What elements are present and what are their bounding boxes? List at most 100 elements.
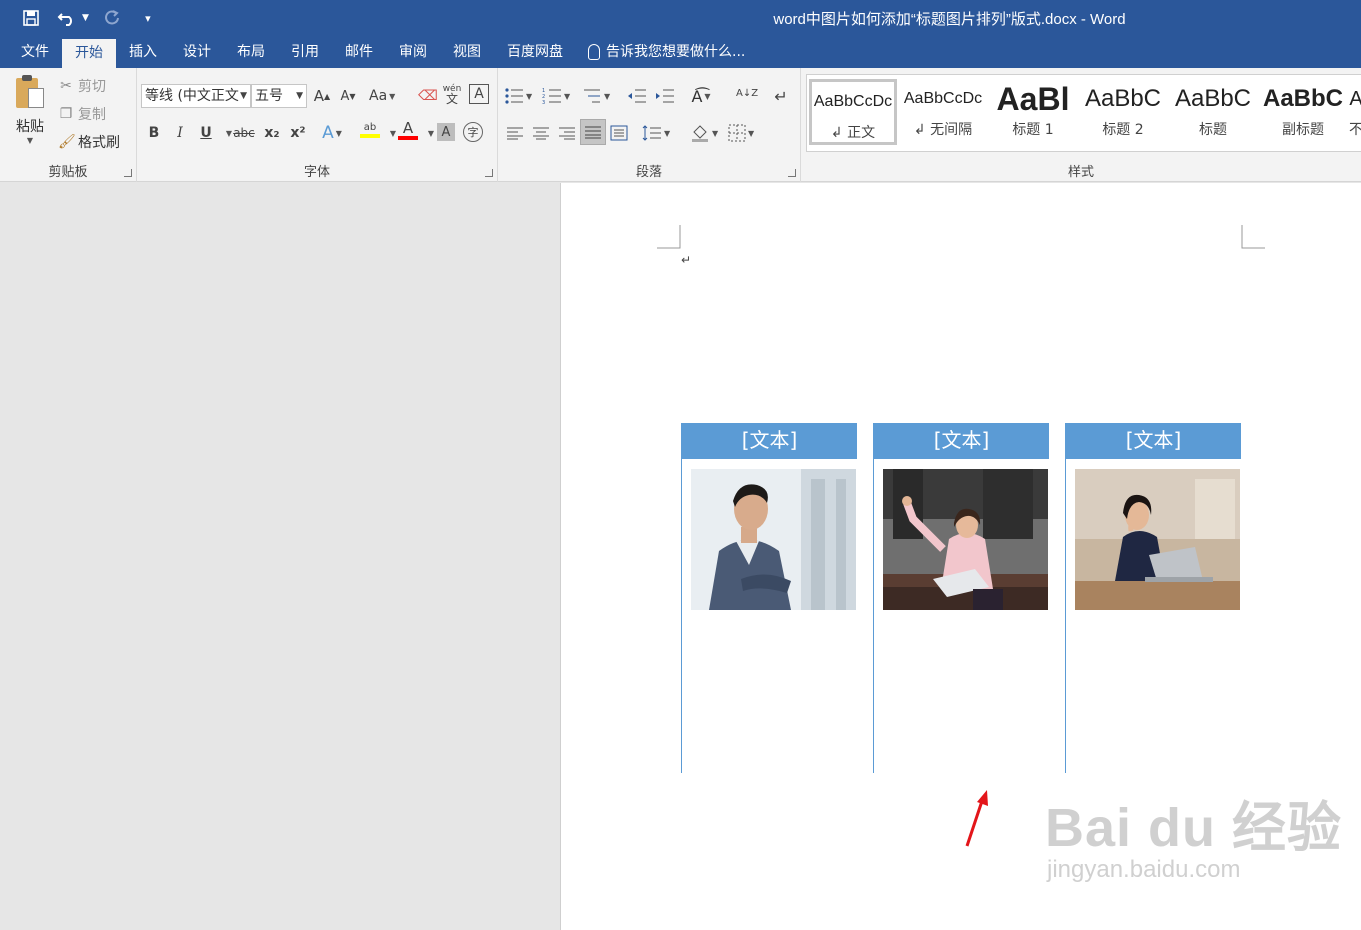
- man-in-suit-photo[interactable]: [691, 469, 856, 610]
- character-shading-button[interactable]: A: [437, 123, 455, 141]
- tab-review[interactable]: 审阅: [386, 36, 440, 68]
- subscript-button[interactable]: x₂: [261, 121, 283, 145]
- chinese-layout-button[interactable]: A͡ ▼: [690, 84, 712, 108]
- strikethrough-button[interactable]: abc: [233, 121, 255, 145]
- align-center-button[interactable]: [530, 121, 552, 145]
- shrink-font-button[interactable]: A ▼: [337, 84, 359, 108]
- align-left-button[interactable]: [504, 121, 526, 145]
- chinese-layout-icon: A͡: [691, 86, 703, 106]
- text-effects-button[interactable]: A ▼: [321, 121, 343, 145]
- align-left-icon: [507, 127, 523, 140]
- style-more[interactable]: A 不: [1349, 79, 1361, 145]
- copy-icon: ❐: [59, 106, 73, 122]
- highlight-button[interactable]: ab: [359, 118, 381, 142]
- increase-indent-button[interactable]: [654, 84, 676, 108]
- panel-heading[interactable]: [文本]: [682, 423, 857, 459]
- tell-me-box[interactable]: 告诉我您想要做什么...: [576, 36, 745, 68]
- style-name: ↲ 正文: [830, 125, 876, 141]
- font-launcher-icon[interactable]: [485, 169, 493, 177]
- line-spacing-button[interactable]: ▼: [642, 121, 670, 145]
- style-heading-1[interactable]: AaBl 标题 1: [989, 79, 1077, 145]
- style-name: 标题 1: [1012, 122, 1054, 138]
- picture-panel-1[interactable]: [文本]: [681, 423, 857, 773]
- style-sample: A: [1349, 88, 1361, 110]
- tab-view[interactable]: 视图: [440, 36, 494, 68]
- align-right-button[interactable]: [556, 121, 578, 145]
- clear-formatting-icon[interactable]: ⌫: [417, 84, 439, 108]
- distributed-button[interactable]: [608, 121, 630, 145]
- multilevel-list-button[interactable]: ▼: [582, 84, 610, 108]
- bullets-button[interactable]: ▼: [504, 84, 532, 108]
- style-name: 副标题: [1282, 122, 1324, 138]
- style-no-spacing[interactable]: AaBbCcDc ↲ 无间隔: [899, 79, 987, 145]
- tab-mailings[interactable]: 邮件: [332, 36, 386, 68]
- font-name-value: 等线 (中文正文: [145, 88, 239, 104]
- sort-icon: A↓Z: [736, 88, 759, 99]
- clipboard-launcher-icon[interactable]: [124, 169, 132, 177]
- style-normal[interactable]: AaBbCcDc ↲ 正文: [809, 79, 897, 145]
- enclose-characters-button[interactable]: 字: [463, 122, 483, 142]
- panel-heading[interactable]: [文本]: [1066, 423, 1241, 459]
- font-size-dropdown-icon: ▼: [296, 91, 303, 101]
- tab-insert[interactable]: 插入: [116, 36, 170, 68]
- format-painter-button[interactable]: 🖌 格式刷: [58, 132, 120, 152]
- woman-at-laptop-photo[interactable]: [1075, 469, 1240, 610]
- italic-button[interactable]: I: [169, 121, 191, 145]
- style-title[interactable]: AaBbC 标题: [1169, 79, 1257, 145]
- paragraph-group: ▼ 1 2 3 ▼ ▼ A͡ ▼ A↓Z ↵ ▼ ▼ ▼ 段落: [498, 68, 801, 182]
- tab-baidu-netdisk[interactable]: 百度网盘: [494, 36, 576, 68]
- paragraph-launcher-icon[interactable]: [788, 169, 796, 177]
- document-page[interactable]: ↵ [文本] [文本] [文本] Bai du 经验 jingyan.baidu…: [560, 183, 1361, 930]
- justify-icon: [585, 126, 601, 139]
- picture-panel-3[interactable]: [文本]: [1065, 423, 1241, 773]
- style-sample: AaBbCcDc: [813, 93, 893, 110]
- styles-group-label: 样式: [1067, 165, 1094, 180]
- font-size-combo[interactable]: 五号 ▼: [251, 84, 307, 108]
- character-border-button[interactable]: A: [469, 84, 489, 104]
- style-sample: AaBl: [996, 81, 1070, 117]
- paste-button[interactable]: 粘贴 ▼: [10, 74, 50, 145]
- shrink-font-icon: A: [340, 88, 350, 104]
- paragraph-shading-button[interactable]: ▼: [690, 121, 718, 145]
- numbering-button[interactable]: 1 2 3 ▼: [542, 84, 570, 108]
- cut-button[interactable]: ✂ 剪切: [58, 76, 106, 96]
- grow-font-icon: A: [313, 87, 325, 105]
- tell-me-text: 告诉我您想要做什么...: [606, 44, 746, 60]
- underline-button[interactable]: U: [195, 121, 217, 145]
- justify-button[interactable]: [580, 119, 606, 145]
- line-spacing-icon: [642, 125, 661, 141]
- paste-dropdown-icon[interactable]: ▼: [10, 136, 50, 145]
- paragraph-group-label: 段落: [635, 165, 662, 180]
- woman-celebrating-laptop-photo[interactable]: [883, 469, 1048, 610]
- phonetic-guide-button[interactable]: wén 文: [441, 82, 463, 106]
- highlight-icon: ab: [363, 122, 377, 133]
- tab-file[interactable]: 文件: [8, 36, 62, 68]
- style-subtitle[interactable]: AaBbC 副标题: [1259, 79, 1347, 145]
- change-case-button[interactable]: Aa ▼: [369, 84, 395, 108]
- tab-references[interactable]: 引用: [278, 36, 332, 68]
- style-heading-2[interactable]: AaBbC 标题 2: [1079, 79, 1167, 145]
- change-case-icon: Aa: [369, 88, 388, 104]
- bullets-icon: [505, 88, 523, 104]
- grow-font-button[interactable]: A ▲: [311, 84, 333, 108]
- style-name: 标题: [1199, 122, 1227, 138]
- style-sample: AaBbC: [1084, 85, 1162, 112]
- align-right-icon: [559, 127, 575, 140]
- decrease-indent-button[interactable]: [626, 84, 648, 108]
- bold-button[interactable]: B: [143, 121, 165, 145]
- copy-button[interactable]: ❐ 复制: [58, 104, 106, 124]
- tab-layout[interactable]: 布局: [224, 36, 278, 68]
- font-color-button[interactable]: A: [397, 118, 419, 142]
- superscript-button[interactable]: x²: [287, 121, 309, 145]
- show-marks-button[interactable]: ↵: [770, 84, 792, 108]
- character-border-icon: A: [474, 86, 484, 102]
- tab-design[interactable]: 设计: [170, 36, 224, 68]
- panel-heading[interactable]: [文本]: [874, 423, 1049, 459]
- title-bar: ▼ ▾ word中图片如何添加“标题图片排列”版式.docx - Word: [0, 0, 1361, 36]
- font-name-combo[interactable]: 等线 (中文正文 ▼: [141, 84, 251, 108]
- tab-home[interactable]: 开始: [62, 39, 116, 68]
- sort-button[interactable]: A↓Z: [736, 82, 758, 106]
- window-title: word中图片如何添加“标题图片排列”版式.docx - Word: [773, 11, 1126, 28]
- picture-panel-2[interactable]: [文本]: [873, 423, 1049, 773]
- borders-button[interactable]: ▼: [728, 121, 754, 145]
